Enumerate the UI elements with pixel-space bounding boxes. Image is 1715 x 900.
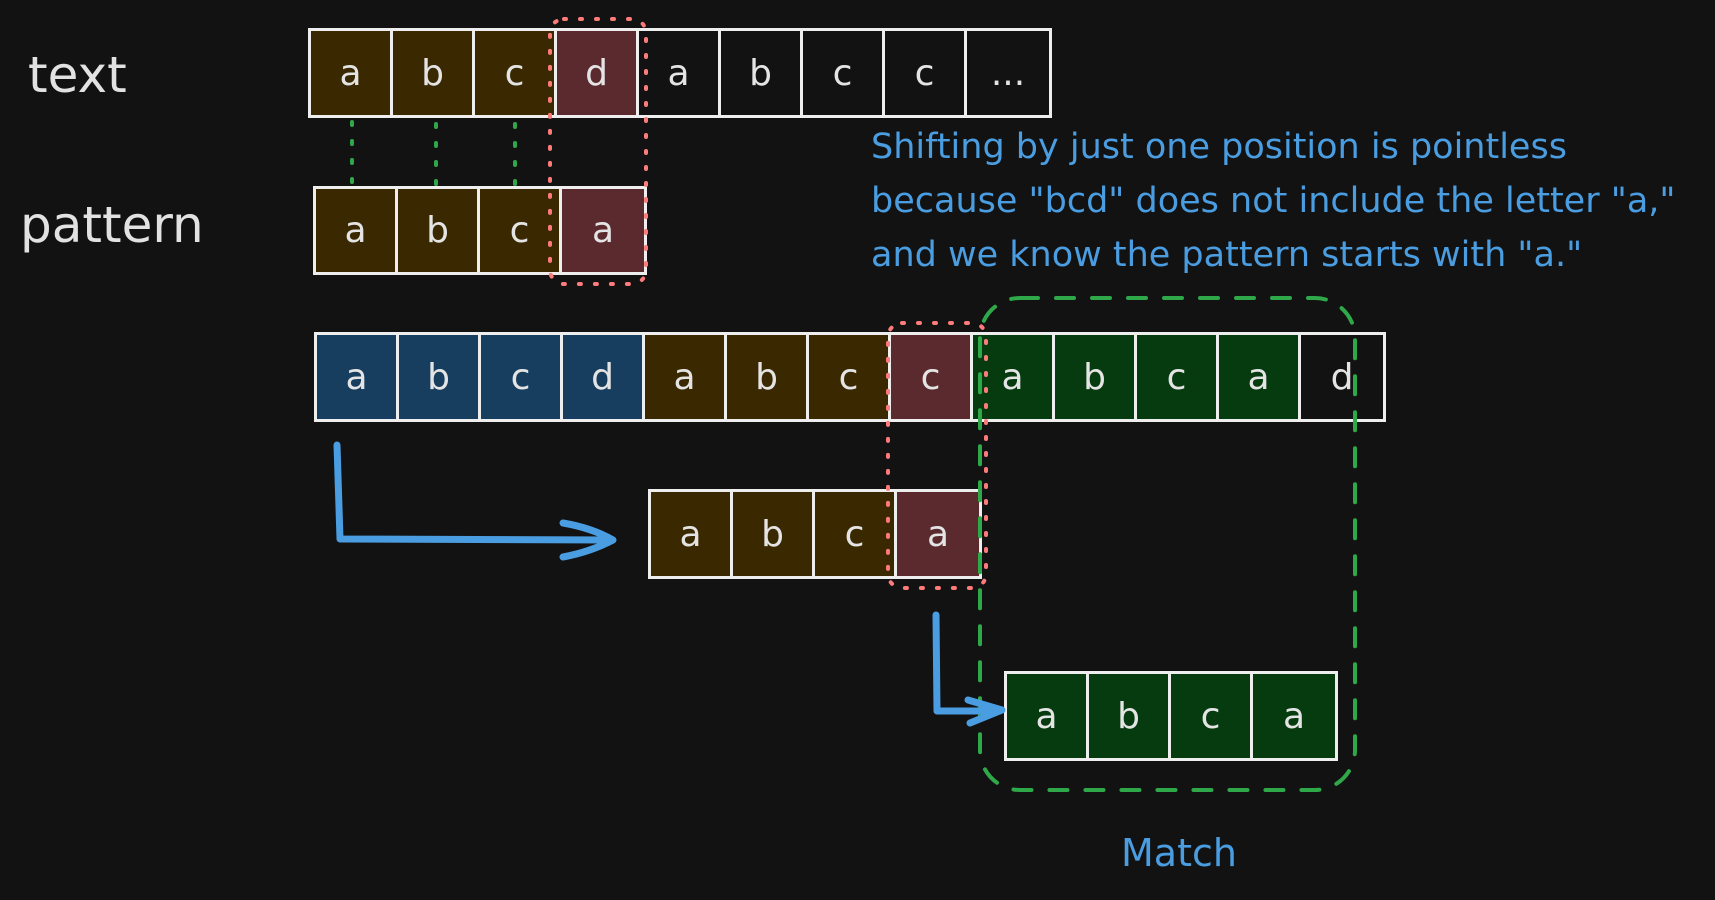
char-cell-none: c — [803, 31, 885, 115]
explanation-note: Shifting by just one position is pointle… — [871, 120, 1676, 282]
char-cell-compared: c — [475, 31, 557, 115]
char-cell-matched: c — [1171, 674, 1253, 758]
char-cell-mismatch: a — [897, 492, 979, 576]
char-cell-compared: b — [733, 492, 815, 576]
text-row-step1: a b c d a b c c... — [308, 28, 1052, 118]
char-cell-compared: b — [398, 189, 480, 272]
pattern-row-shift2-match: abca — [1004, 671, 1338, 761]
char-cell-skipped: c — [481, 335, 563, 419]
char-cell-skipped: d — [563, 335, 645, 419]
char-cell-skipped: b — [399, 335, 481, 419]
char-cell-matched: b — [1089, 674, 1171, 758]
shift-arrow-icon — [932, 611, 1002, 715]
arrowhead-icon — [964, 696, 1006, 727]
text-row-step2: abcdabccabcad — [314, 332, 1386, 422]
match-label: Match — [1121, 831, 1237, 875]
char-cell-matched: a — [1253, 674, 1335, 758]
text-row-label: text — [28, 46, 127, 104]
char-cell-compared: b — [393, 31, 475, 115]
note-line: and we know the pattern starts with "a." — [871, 235, 1583, 275]
char-cell-mismatch: a — [562, 189, 644, 272]
char-cell-compared: a — [316, 189, 398, 272]
char-cell-compared: a — [645, 335, 727, 419]
pattern-row-shift1: abca — [648, 489, 982, 579]
char-cell-none: b — [721, 31, 803, 115]
char-cell-none: ... — [967, 31, 1049, 115]
char-cell-skipped: a — [317, 335, 399, 419]
arrowhead-icon — [559, 519, 617, 561]
char-cell-compared: b — [727, 335, 809, 419]
char-cell-compared: c — [809, 335, 891, 419]
pattern-row-label: pattern — [20, 196, 204, 254]
char-cell-none: d — [1301, 335, 1383, 419]
char-cell-matched: b — [1055, 335, 1137, 419]
char-cell-compared: a — [651, 492, 733, 576]
char-cell-mismatch: d — [557, 31, 639, 115]
char-cell-none: a — [639, 31, 721, 115]
char-cell-compared: a — [311, 31, 393, 115]
char-cell-none: c — [885, 31, 967, 115]
shift-arrow-icon — [333, 441, 616, 544]
char-cell-matched: a — [973, 335, 1055, 419]
char-cell-mismatch: c — [891, 335, 973, 419]
char-cell-compared: c — [815, 492, 897, 576]
note-line: Shifting by just one position is pointle… — [871, 127, 1567, 167]
char-cell-matched: a — [1219, 335, 1301, 419]
char-cell-matched: a — [1007, 674, 1089, 758]
note-line: because "bcd" does not include the lette… — [871, 181, 1676, 221]
pattern-row-step1: abca — [313, 186, 647, 275]
char-cell-matched: c — [1137, 335, 1219, 419]
char-cell-compared: c — [480, 189, 562, 272]
